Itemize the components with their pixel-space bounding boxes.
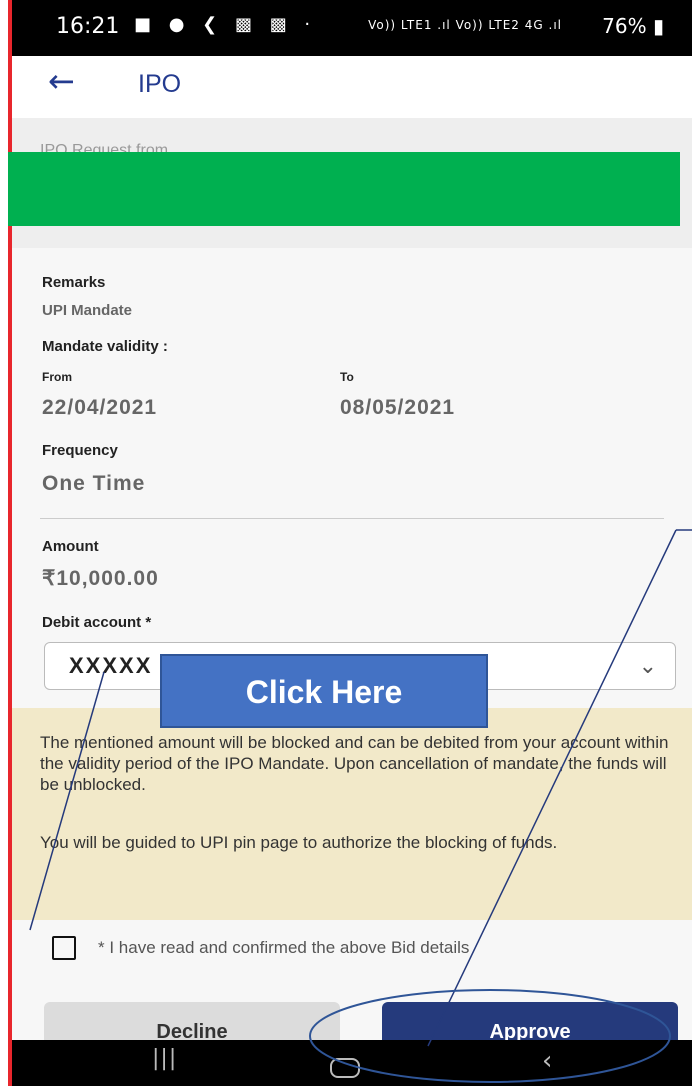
debit-account-label: Debit account * [42, 614, 152, 631]
approve-label: Approve [489, 1020, 571, 1043]
screenshot-frame: 16:21 ■ ● ❮ ▩ ▩ · Vo)) LTE1 .ıl Vo)) LTE… [0, 0, 692, 1086]
app-bar: ← IPO [12, 56, 692, 118]
system-nav-bar: ||| ‹ [12, 1040, 692, 1086]
chevron-down-icon: ⌄ [638, 653, 657, 678]
battery-percent: 76% [602, 14, 647, 38]
remarks-value: UPI Mandate [42, 302, 133, 319]
status-time: 16:21 [56, 14, 120, 39]
blocking-notice: The mentioned amount will be blocked and… [12, 708, 692, 920]
page-title: IPO [138, 70, 182, 98]
status-bar: 16:21 ■ ● ❮ ▩ ▩ · Vo)) LTE1 .ıl Vo)) LTE… [12, 0, 692, 56]
frequency-value: One Time [42, 472, 146, 495]
notice-text-2: You will be guided to UPI pin page to au… [40, 833, 558, 852]
back-arrow-icon[interactable]: ← [48, 62, 75, 100]
battery-icon: ▮ [652, 14, 664, 38]
confirmation-area: * I have read and confirmed the above Bi… [12, 920, 692, 1048]
network-signal-icon: Vo)) LTE1 .ıl Vo)) LTE2 4G .ıl [368, 18, 562, 32]
amount-label: Amount [42, 538, 99, 555]
from-label: From [42, 370, 72, 384]
debit-account-value: XXXXX [69, 653, 153, 678]
decline-label: Decline [156, 1020, 228, 1043]
section-divider [40, 518, 664, 519]
from-date: 22/04/2021 [42, 396, 158, 419]
confirm-label: * I have read and confirmed the above Bi… [98, 938, 470, 957]
frequency-label: Frequency [42, 442, 118, 459]
mandate-details: Remarks UPI Mandate Mandate validity : F… [12, 248, 692, 708]
to-label: To [340, 370, 354, 384]
notification-icons: ■ ● ❮ ▩ ▩ · [134, 14, 317, 35]
confirm-checkbox[interactable] [52, 936, 76, 960]
home-icon[interactable] [330, 1058, 360, 1078]
validity-label: Mandate validity : [42, 338, 168, 355]
nav-back-icon[interactable]: ‹ [542, 1046, 552, 1076]
redacted-bar [8, 152, 680, 226]
amount-value: ₹10,000.00 [42, 567, 159, 590]
to-date: 08/05/2021 [340, 396, 456, 419]
remarks-label: Remarks [42, 274, 106, 291]
notice-text-1: The mentioned amount will be blocked and… [40, 733, 669, 794]
click-here-callout: Click Here [160, 654, 488, 728]
recent-apps-icon[interactable]: ||| [152, 1046, 177, 1071]
battery-indicator: 76% ▮ [602, 14, 664, 38]
